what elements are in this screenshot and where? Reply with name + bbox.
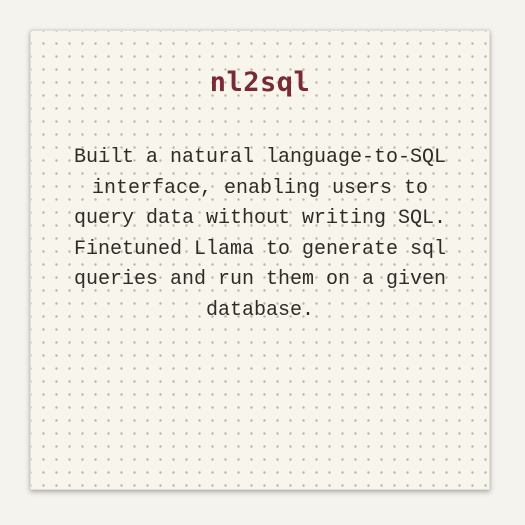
description-line-1: Built a natural language-to-SQL interfac… — [73, 146, 447, 230]
description-line-2: Finetuned Llama to generate sql queries … — [73, 237, 447, 322]
project-card[interactable]: nl2sql Built a natural language-to-SQL i… — [30, 30, 490, 490]
project-title: nl2sql — [209, 67, 311, 98]
project-description: Built a natural language-to-SQL interfac… — [59, 143, 461, 326]
